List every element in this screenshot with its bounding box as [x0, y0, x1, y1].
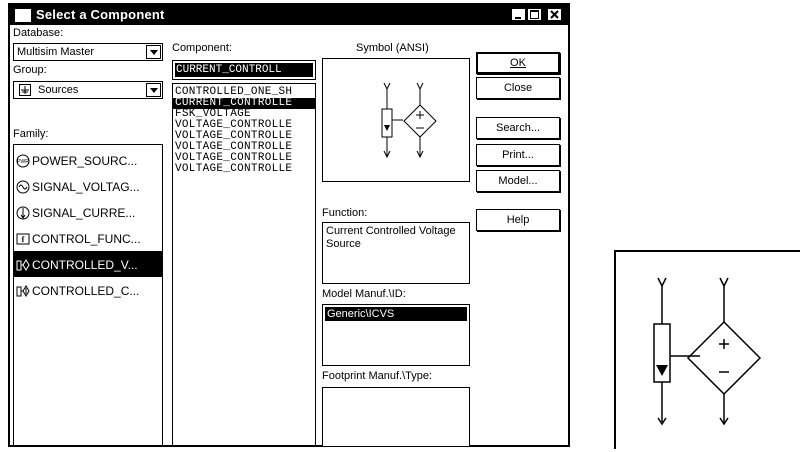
family-item-controlled-current[interactable]: CONTROLLED_C...: [14, 277, 162, 303]
family-item-signal-voltage[interactable]: SIGNAL_VOLTAG...: [14, 173, 162, 199]
component-label: Component:: [172, 42, 232, 54]
model-label: Model Manuf.\ID:: [322, 288, 406, 300]
title-bar[interactable]: Select a Component: [10, 5, 568, 25]
power-source-icon: PWR: [16, 154, 30, 168]
symbol-preview: [322, 58, 470, 182]
model-button[interactable]: Model...: [476, 170, 560, 192]
model-item-selected[interactable]: Generic\ICVS: [325, 307, 467, 321]
family-list[interactable]: PWR POWER_SOURC... SIGNAL_VOLTAG... SIGNA…: [13, 144, 163, 446]
family-item-power-source[interactable]: PWR POWER_SOURC...: [14, 147, 162, 173]
close-window-button[interactable]: [547, 8, 562, 21]
family-item-signal-current[interactable]: SIGNAL_CURRE...: [14, 199, 162, 225]
footprint-label: Footprint Manuf.\Type:: [322, 370, 433, 382]
window-title: Select a Component: [36, 7, 165, 22]
family-item-controlled-voltage[interactable]: CONTROLLED_V...: [14, 251, 162, 277]
ok-button[interactable]: OK: [476, 52, 560, 74]
group-select[interactable]: Sources: [13, 81, 163, 99]
window-icon: [15, 9, 31, 22]
family-label: Family:: [13, 128, 49, 140]
maximize-button[interactable]: [527, 8, 542, 21]
control-function-icon: f: [16, 233, 30, 245]
maximize-icon: [530, 10, 539, 19]
minimize-icon: [515, 17, 521, 19]
ccvs-large-symbol-icon: [653, 277, 762, 426]
svg-text:f: f: [22, 235, 25, 244]
controlled-current-icon: [16, 284, 30, 297]
select-component-dialog: Select a Component Database: Multisim Ma…: [8, 3, 570, 447]
group-value: Sources: [38, 84, 79, 96]
signal-voltage-icon: [16, 180, 30, 194]
symbol-label: Symbol (ANSI): [356, 42, 429, 54]
component-search-input[interactable]: CURRENT_CONTROLL: [172, 60, 316, 80]
database-select[interactable]: Multisim Master: [13, 43, 163, 61]
chevron-down-icon[interactable]: [146, 83, 161, 97]
database-value: Multisim Master: [17, 46, 95, 58]
footprint-list[interactable]: [322, 387, 470, 447]
list-item[interactable]: VOLTAGE_CONTROLLE: [173, 164, 315, 175]
ccvs-symbol-icon: [381, 82, 437, 159]
enlarged-symbol-panel: [614, 250, 800, 449]
close-icon: [550, 10, 559, 19]
svg-text:PWR: PWR: [17, 159, 29, 165]
database-label: Database:: [13, 27, 64, 39]
function-value: Current Controlled Voltage Source: [326, 225, 456, 250]
chevron-down-icon[interactable]: [146, 45, 161, 59]
minimize-button[interactable]: [511, 8, 526, 21]
signal-current-icon: [16, 206, 30, 220]
help-button[interactable]: Help: [476, 209, 560, 231]
print-button[interactable]: Print...: [476, 144, 560, 166]
model-list[interactable]: Generic\ICVS: [322, 304, 470, 366]
sources-icon: [19, 84, 31, 96]
group-label: Group:: [13, 64, 47, 76]
function-label: Function:: [322, 207, 368, 219]
family-item-control-function[interactable]: f CONTROL_FUNC...: [14, 225, 162, 251]
close-button[interactable]: Close: [476, 77, 560, 99]
function-textbox: Current Controlled Voltage Source: [322, 222, 470, 284]
search-button[interactable]: Search...: [476, 117, 560, 139]
component-search-value: CURRENT_CONTROLL: [175, 63, 313, 77]
controlled-voltage-icon: [16, 258, 30, 271]
component-list[interactable]: CONTROLLED_ONE_SH CURRENT_CONTROLLE FSK_…: [172, 83, 316, 446]
